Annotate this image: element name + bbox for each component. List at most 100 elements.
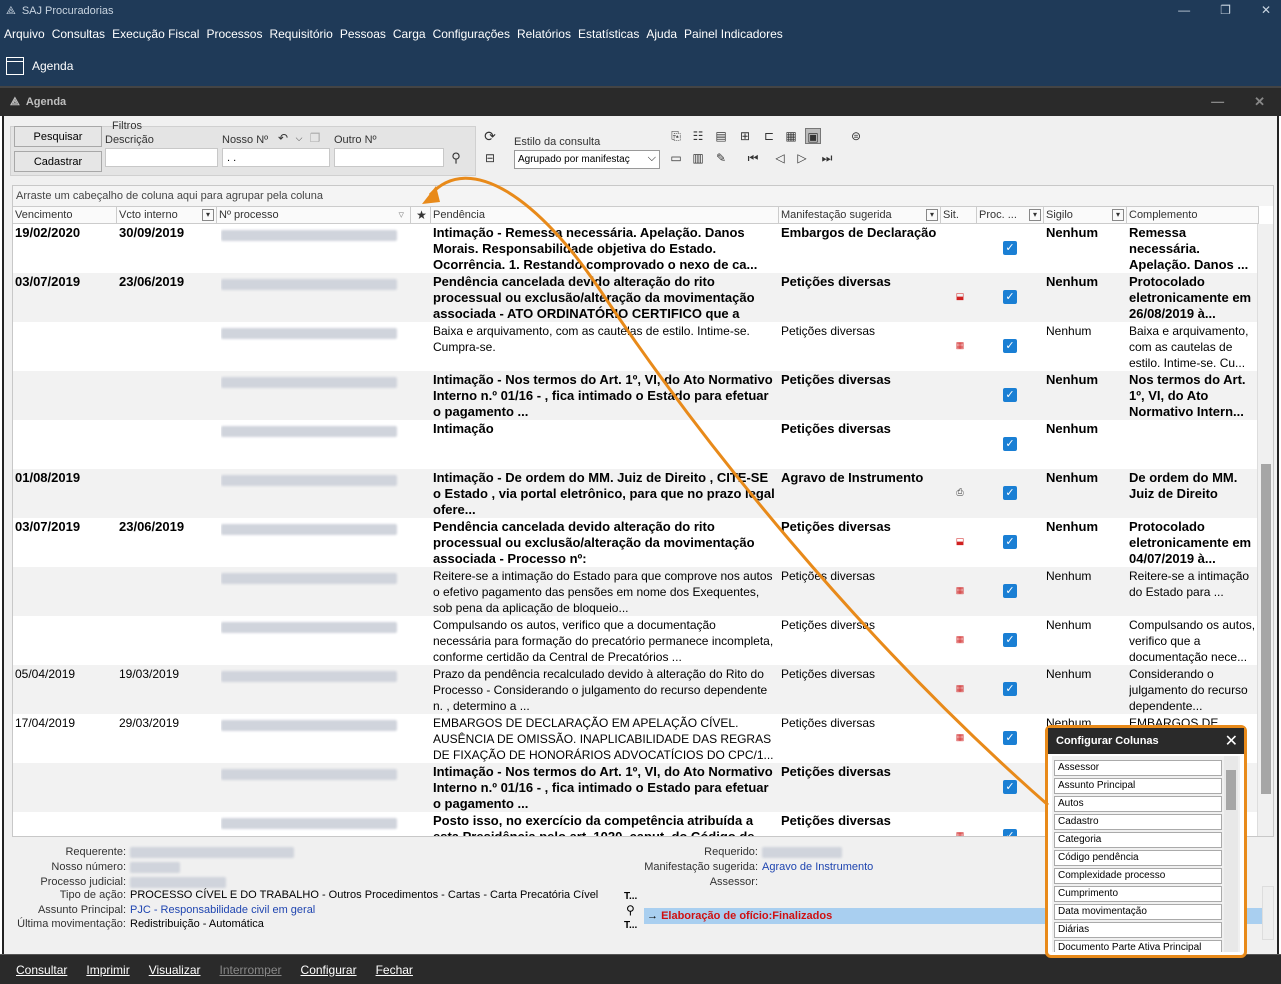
col-vencimento[interactable]: Vencimento xyxy=(13,207,117,224)
column-option[interactable]: Categoria xyxy=(1054,832,1222,848)
menu-ajuda[interactable]: Ajuda xyxy=(646,27,677,41)
column-option[interactable]: Assessor xyxy=(1054,760,1222,776)
table-row[interactable]: Intimação - Nos termos do Art. 1º, VI, d… xyxy=(13,371,1259,420)
proc-checkbox[interactable]: ✓ xyxy=(1003,290,1017,304)
descricao-input[interactable] xyxy=(105,148,218,167)
copy-icon[interactable]: ❐ xyxy=(307,130,323,146)
consultar-button[interactable]: Consultar xyxy=(16,963,67,977)
search-icon[interactable]: ⚲ xyxy=(626,903,635,917)
last-page-icon[interactable]: ⏭ xyxy=(819,150,835,166)
close-icon[interactable]: ✕ xyxy=(1261,3,1271,17)
column-option[interactable]: Data movimentação xyxy=(1054,904,1222,920)
menu-arquivo[interactable]: Arquivo xyxy=(4,27,45,41)
table-row[interactable]: 01/08/2019 Intimação - De ordem do MM. Ju… xyxy=(13,469,1259,518)
next-page-icon[interactable]: ▷ xyxy=(794,150,810,166)
inner-minimize-icon[interactable]: — xyxy=(1211,94,1224,110)
first-page-icon[interactable]: ⏮ xyxy=(745,150,761,166)
chevron-down-icon[interactable]: ▾ xyxy=(1029,209,1041,221)
filter-config-icon[interactable]: ⊟ xyxy=(482,150,498,166)
preview-icon[interactable]: ▣ xyxy=(805,128,821,144)
menu-relatorios[interactable]: Relatórios xyxy=(517,27,571,41)
proc-checkbox[interactable]: ✓ xyxy=(1003,731,1017,745)
menu-processos[interactable]: Processos xyxy=(206,27,262,41)
imprimir-button[interactable]: Imprimir xyxy=(86,963,129,977)
column-option[interactable]: Cadastro xyxy=(1054,814,1222,830)
proc-checkbox[interactable]: ✓ xyxy=(1003,535,1017,549)
menu-painel-indicadores[interactable]: Painel Indicadores xyxy=(684,27,783,41)
columns-list-thumb[interactable] xyxy=(1226,770,1236,810)
col-sigilo[interactable]: Sigilo ▾ xyxy=(1044,207,1127,224)
menu-carga[interactable]: Carga xyxy=(393,27,426,41)
proc-checkbox[interactable]: ✓ xyxy=(1003,829,1017,836)
table-row[interactable]: Compulsando os autos, verifico que a doc… xyxy=(13,616,1259,665)
shortcut-agenda[interactable]: Agenda xyxy=(32,59,73,73)
requerente-value[interactable] xyxy=(130,846,294,858)
col-vcto-interno[interactable]: Vcto interno ▾ xyxy=(117,207,217,224)
undo-icon[interactable]: ↶ xyxy=(275,130,291,146)
menu-requisitorio[interactable]: Requisitório xyxy=(269,27,332,41)
outro-numero-input[interactable] xyxy=(334,148,444,167)
col-sit[interactable]: Sit. xyxy=(941,207,977,224)
document-icon[interactable]: ▤ xyxy=(713,128,729,144)
scrollbar-thumb[interactable] xyxy=(1261,464,1271,794)
proc-checkbox[interactable]: ✓ xyxy=(1003,437,1017,451)
proc-checkbox[interactable]: ✓ xyxy=(1003,780,1017,794)
menu-configuracoes[interactable]: Configurações xyxy=(433,27,510,41)
trash-icon[interactable]: ▥ xyxy=(690,150,706,166)
pesquisar-button[interactable]: Pesquisar xyxy=(14,126,102,147)
stack-icon[interactable]: ⊜ xyxy=(848,128,864,144)
proc-checkbox[interactable]: ✓ xyxy=(1003,584,1017,598)
table-row[interactable]: Baixa e arquivamento, com as cautelas de… xyxy=(13,322,1259,371)
inner-close-icon[interactable]: ✕ xyxy=(1254,94,1265,110)
processo-judicial-value[interactable] xyxy=(130,876,226,888)
menu-consultas[interactable]: Consultas xyxy=(52,27,105,41)
column-option[interactable]: Código pendência xyxy=(1054,850,1222,866)
proc-checkbox[interactable]: ✓ xyxy=(1003,682,1017,696)
table-row[interactable]: 05/04/2019 19/03/2019 Prazo da pendência r… xyxy=(13,665,1259,714)
filter-icon[interactable]: ▿ xyxy=(398,207,404,223)
menu-execucao-fiscal[interactable]: Execução Fiscal xyxy=(112,27,199,41)
chevron-down-icon[interactable]: ▾ xyxy=(202,209,214,221)
manif-sugerida-value[interactable]: Agravo de Instrumento xyxy=(762,861,873,873)
column-option[interactable]: Diárias xyxy=(1054,922,1222,938)
export-icon[interactable]: ⎘ xyxy=(668,128,684,144)
proc-checkbox[interactable]: ✓ xyxy=(1003,486,1017,500)
list-check-icon[interactable]: ☷ xyxy=(690,128,706,144)
nosso-numero-detail-value[interactable] xyxy=(130,861,180,873)
chevron-down-icon[interactable]: ▾ xyxy=(1112,209,1124,221)
nosso-numero-input[interactable]: . . xyxy=(222,148,330,167)
refresh-icon[interactable]: ⟳ xyxy=(482,128,498,144)
table-row[interactable]: 03/07/2019 23/06/2019 Pendência cancelada … xyxy=(13,518,1259,567)
table-row[interactable]: Intimação Petições diversas ✓ Nenhum xyxy=(13,420,1259,469)
save-icon[interactable]: ▭ xyxy=(668,150,684,166)
grid-icon[interactable]: ▦ xyxy=(783,128,799,144)
chevron-down-icon[interactable]: ▾ xyxy=(926,209,938,221)
col-star[interactable]: ★ xyxy=(411,207,431,224)
edit-icon[interactable]: ✎ xyxy=(713,150,729,166)
grid-scrollbar[interactable] xyxy=(1257,224,1273,836)
column-option[interactable]: Autos xyxy=(1054,796,1222,812)
interromper-button[interactable]: Interromper xyxy=(220,963,282,977)
minimize-icon[interactable]: — xyxy=(1178,3,1190,17)
estilo-select[interactable]: Agrupado por manifestaç xyxy=(514,150,660,169)
proc-checkbox[interactable]: ✓ xyxy=(1003,388,1017,402)
column-option[interactable]: Assunto Principal xyxy=(1054,778,1222,794)
col-proc[interactable]: Proc. ... ▾ xyxy=(977,207,1044,224)
details-scrollbar[interactable] xyxy=(1262,886,1274,940)
column-option[interactable]: Documento Parte Ativa Principal xyxy=(1054,940,1222,952)
col-pendencia[interactable]: Pendência xyxy=(431,207,779,224)
table-row[interactable]: Reitere-se a intimação do Estado para qu… xyxy=(13,567,1259,616)
proc-checkbox[interactable]: ✓ xyxy=(1003,241,1017,255)
column-option[interactable]: Complexidade processo xyxy=(1054,868,1222,884)
maximize-icon[interactable]: ❐ xyxy=(1220,3,1231,17)
proc-checkbox[interactable]: ✓ xyxy=(1003,339,1017,353)
chevron-down-icon[interactable]: ⌵ xyxy=(291,130,307,146)
requerido-value[interactable] xyxy=(762,846,842,858)
cadastrar-button[interactable]: Cadastrar xyxy=(14,151,102,172)
configurar-button[interactable]: Configurar xyxy=(301,963,357,977)
col-numero-processo[interactable]: Nº processo ▿ xyxy=(217,207,411,224)
visualizar-button[interactable]: Visualizar xyxy=(149,963,201,977)
column-option[interactable]: Cumprimento xyxy=(1054,886,1222,902)
prev-page-icon[interactable]: ◁ xyxy=(772,150,788,166)
col-complemento[interactable]: Complemento xyxy=(1127,207,1259,224)
